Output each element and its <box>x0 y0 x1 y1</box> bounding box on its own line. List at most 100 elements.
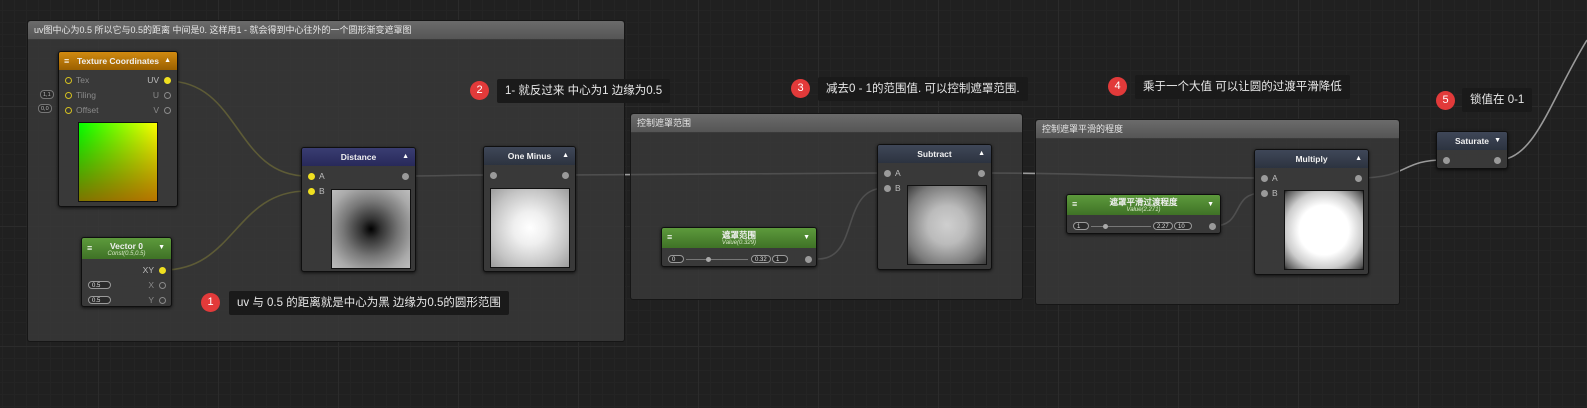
y-value-field[interactable]: 0.5 <box>88 296 111 304</box>
output-port[interactable] <box>562 172 569 179</box>
tiling-input-port[interactable] <box>65 92 72 99</box>
b-label: B <box>319 186 325 196</box>
menu-icon[interactable]: ≡ <box>64 52 69 70</box>
uv-output-port[interactable] <box>164 77 171 84</box>
multiply-node[interactable]: Multiply ▲ A B <box>1254 149 1369 275</box>
node-header[interactable]: One Minus ▲ <box>484 147 575 165</box>
note-badge-2: 2 <box>470 81 489 100</box>
node-header[interactable]: Subtract ▲ <box>878 145 991 163</box>
node-subtitle: Value(2.271) <box>1126 207 1161 213</box>
input-port[interactable] <box>1443 157 1450 164</box>
input-port[interactable] <box>490 172 497 179</box>
offset-value-badge[interactable]: 0,0 <box>38 104 52 113</box>
node-header[interactable]: ≡ 遮罩平滑过渡程度 Value(2.271) ▼ <box>1067 195 1220 215</box>
u-output-port[interactable] <box>164 92 171 99</box>
note-4: 乘于一个大值 可以让圆的过渡平滑降低 <box>1135 75 1350 99</box>
y-label: Y <box>148 295 154 305</box>
group-title: 控制遮罩范围 <box>631 114 1022 133</box>
menu-icon[interactable]: ≡ <box>87 240 92 256</box>
uv-preview <box>78 122 158 202</box>
collapse-arrow-icon[interactable]: ▼ <box>158 240 165 256</box>
b-label: B <box>895 183 901 193</box>
value-field[interactable]: 2.27 <box>1153 222 1173 230</box>
offset-input-port[interactable] <box>65 107 72 114</box>
output-port[interactable] <box>805 256 812 263</box>
note-badge-3: 3 <box>791 79 810 98</box>
collapse-arrow-icon[interactable]: ▲ <box>978 145 985 163</box>
subtract-preview <box>907 185 987 265</box>
node-title: Multiply <box>1295 154 1328 164</box>
value-slider-track[interactable] <box>686 259 748 260</box>
a-input-port[interactable] <box>308 173 315 180</box>
tex-label: Tex <box>76 75 90 85</box>
node-header[interactable]: Distance ▲ <box>302 148 415 166</box>
distance-preview <box>331 189 411 269</box>
x-value-field[interactable]: 0.5 <box>88 281 111 289</box>
x-label: X <box>148 280 154 290</box>
menu-icon[interactable]: ≡ <box>667 230 672 245</box>
output-port[interactable] <box>402 173 409 180</box>
a-input-port[interactable] <box>884 170 891 177</box>
b-input-port[interactable] <box>884 185 891 192</box>
tex-input-port[interactable] <box>65 77 72 84</box>
v-output-port[interactable] <box>164 107 171 114</box>
node-title: Subtract <box>917 149 952 159</box>
y-output-port[interactable] <box>159 297 166 304</box>
vector0-node[interactable]: ≡ Vector 0 Const(0.5,0.5) ▼ XY 0.5 X 0.5… <box>81 237 172 307</box>
group-title: 控制遮罩平滑的程度 <box>1036 120 1399 139</box>
max-value-field[interactable]: 1 <box>772 255 788 263</box>
xy-label: XY <box>142 265 154 275</box>
saturate-node[interactable]: Saturate ▼ <box>1436 131 1508 169</box>
value-slider-track[interactable] <box>1091 226 1151 227</box>
xy-output-port[interactable] <box>159 267 166 274</box>
max-value-field[interactable]: 10 <box>1174 222 1192 230</box>
output-port[interactable] <box>1494 157 1501 164</box>
a-input-port[interactable] <box>1261 175 1268 182</box>
x-output-port[interactable] <box>159 282 166 289</box>
one-minus-node[interactable]: One Minus ▲ <box>483 146 576 272</box>
collapse-arrow-icon[interactable]: ▼ <box>1207 197 1214 212</box>
note-1: uv 与 0.5 的距离就是中心为黑 边缘为0.5的圆形范围 <box>229 291 509 315</box>
u-label: U <box>152 90 159 100</box>
node-title: 遮罩平滑过渡程度 <box>1109 197 1178 207</box>
a-label: A <box>319 171 325 181</box>
value-field[interactable]: 0.32 <box>751 255 771 263</box>
collapse-arrow-icon[interactable]: ▲ <box>562 147 569 165</box>
subtract-node[interactable]: Subtract ▲ A B <box>877 144 992 270</box>
collapse-arrow-icon[interactable]: ▲ <box>164 52 171 70</box>
collapse-arrow-icon[interactable]: ▼ <box>803 230 810 245</box>
min-value-field[interactable]: 1 <box>1073 222 1089 230</box>
offset-label: Offset <box>76 105 99 115</box>
menu-icon[interactable]: ≡ <box>1072 197 1077 212</box>
node-title: Distance <box>340 152 377 162</box>
node-header[interactable]: ≡ Texture Coordinates ▲ <box>59 52 177 70</box>
v-label: V <box>153 105 159 115</box>
b-input-port[interactable] <box>1261 190 1268 197</box>
node-header[interactable]: Saturate ▼ <box>1437 132 1507 150</box>
note-5: 锁值在 0-1 <box>1462 88 1533 112</box>
mask-range-float-node[interactable]: ≡ 遮罩范围 Value(0.329) ▼ 0 0.32 1 <box>661 227 817 267</box>
node-title: 遮罩范围 <box>721 230 756 240</box>
a-label: A <box>1272 173 1278 183</box>
collapse-arrow-icon[interactable]: ▼ <box>1494 132 1501 150</box>
distance-node[interactable]: Distance ▲ A B <box>301 147 416 272</box>
node-subtitle: Value(0.329) <box>721 240 757 246</box>
collapse-arrow-icon[interactable]: ▲ <box>402 148 409 166</box>
min-value-field[interactable]: 0 <box>668 255 684 263</box>
output-port[interactable] <box>1355 175 1362 182</box>
mask-smooth-float-node[interactable]: ≡ 遮罩平滑过渡程度 Value(2.271) ▼ 1 2.27 10 <box>1066 194 1221 234</box>
a-label: A <box>895 168 901 178</box>
note-2: 1- 就反过来 中心为1 边缘为0.5 <box>497 79 671 103</box>
one-minus-preview <box>490 188 570 268</box>
output-port[interactable] <box>1209 223 1216 230</box>
output-port[interactable] <box>978 170 985 177</box>
b-input-port[interactable] <box>308 188 315 195</box>
texture-coordinates-node[interactable]: ≡ Texture Coordinates ▲ Tex Tiling Offse… <box>58 51 178 207</box>
node-header[interactable]: ≡ 遮罩范围 Value(0.329) ▼ <box>662 228 816 248</box>
node-header[interactable]: ≡ Vector 0 Const(0.5,0.5) ▼ <box>82 238 171 259</box>
node-header[interactable]: Multiply ▲ <box>1255 150 1368 168</box>
tiling-value-badge[interactable]: 1,1 <box>40 90 54 99</box>
value-slider-knob[interactable] <box>1103 224 1108 229</box>
value-slider-knob[interactable] <box>706 257 711 262</box>
collapse-arrow-icon[interactable]: ▲ <box>1355 150 1362 168</box>
